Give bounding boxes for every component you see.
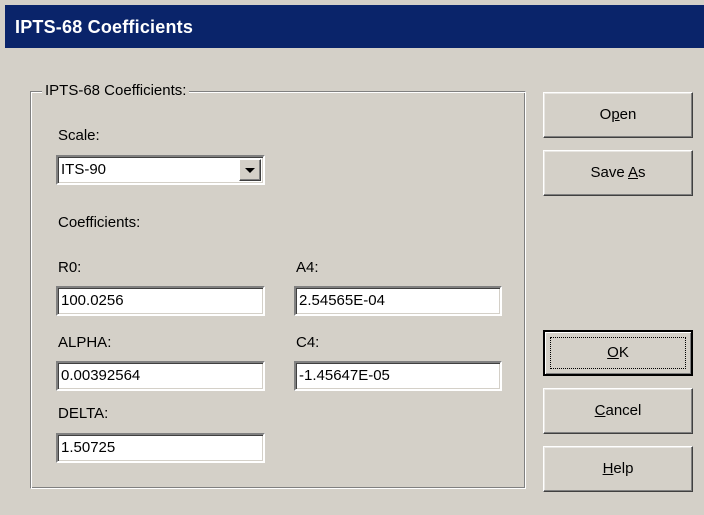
dialog-window: IPTS-68 Coefficients IPTS-68 Coefficient… xyxy=(0,0,704,515)
groupbox-label: IPTS-68 Coefficients: xyxy=(42,82,190,100)
scale-dropdown-value: ITS-90 xyxy=(61,161,107,178)
alpha-field[interactable]: 0.00392564 xyxy=(56,361,265,391)
r0-field[interactable]: 100.0256 xyxy=(56,286,265,316)
c4-label: C4: xyxy=(296,334,320,351)
scale-label: Scale: xyxy=(58,127,100,144)
scale-dropdown[interactable]: ITS-90 xyxy=(56,155,265,185)
c4-field[interactable]: -1.45647E-05 xyxy=(294,361,502,391)
coefficients-label: Coefficients: xyxy=(58,214,141,231)
r0-label: R0: xyxy=(58,259,82,276)
delta-label: DELTA: xyxy=(58,405,109,422)
chevron-down-icon[interactable] xyxy=(239,159,261,181)
save-as-button-label: Save As xyxy=(590,164,646,181)
save-as-button[interactable]: Save As xyxy=(543,150,693,196)
delta-field[interactable]: 1.50725 xyxy=(56,433,265,463)
alpha-label: ALPHA: xyxy=(58,334,112,351)
a4-field[interactable]: 2.54565E-04 xyxy=(294,286,502,316)
help-button[interactable]: Help xyxy=(543,446,693,492)
window-title: IPTS-68 Coefficients xyxy=(15,17,194,37)
a4-label: A4: xyxy=(296,259,319,276)
help-button-label: Help xyxy=(602,460,634,477)
ok-button[interactable]: OK xyxy=(543,330,693,376)
ok-button-label: OK xyxy=(607,344,629,361)
cancel-button-label: Cancel xyxy=(594,402,642,419)
cancel-button[interactable]: Cancel xyxy=(543,388,693,434)
open-button[interactable]: Open xyxy=(543,92,693,138)
title-bar[interactable]: IPTS-68 Coefficients xyxy=(5,5,704,48)
open-button-label: Open xyxy=(599,106,637,123)
